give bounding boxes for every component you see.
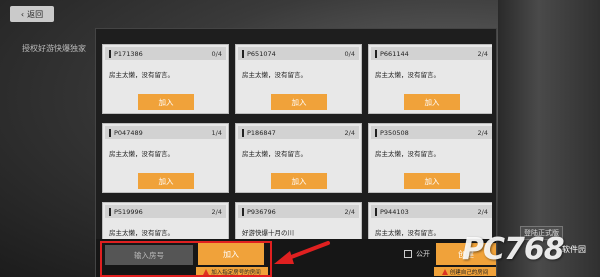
- marker-icon: [242, 128, 244, 137]
- public-checkbox[interactable]: [404, 250, 412, 258]
- player-count: 0/4: [344, 49, 355, 58]
- marker-icon: [242, 49, 244, 58]
- room-card: P651074 0/4 房主太懒，没有留言。 加入: [235, 44, 362, 114]
- room-message: 房主太懒，没有留言。: [375, 150, 440, 158]
- room-list-panel: P171386 0/4 房主太懒，没有留言。 加入 P651074 0/4 房主太懒…: [95, 28, 497, 277]
- marker-icon: [375, 49, 377, 58]
- room-card-header: P171386 0/4: [105, 47, 226, 60]
- room-card-header: P944103 2/4: [371, 205, 492, 218]
- back-button[interactable]: ‹ 返回: [10, 6, 54, 22]
- marker-icon: [375, 207, 377, 216]
- room-message: 房主太懒，没有留言。: [375, 71, 440, 79]
- player-count: 2/4: [211, 207, 222, 216]
- marker-icon: [109, 49, 111, 58]
- room-id: P350508: [380, 128, 409, 137]
- room-card-header: P651074 0/4: [238, 47, 359, 60]
- public-label: 公开: [416, 250, 430, 258]
- watermark-logo: PC768: [462, 232, 565, 267]
- marker-icon: [375, 128, 377, 137]
- room-card-header: P519996 2/4: [105, 205, 226, 218]
- arrow-left-icon: ‹: [20, 9, 25, 19]
- marker-icon: [242, 207, 244, 216]
- room-id: P047489: [114, 128, 143, 137]
- join-room-button[interactable]: 加入: [404, 94, 460, 110]
- back-label: 返回: [27, 9, 44, 19]
- room-id: P186847: [247, 128, 276, 137]
- room-id: P936796: [247, 207, 276, 216]
- room-card-header: P186847 2/4: [238, 126, 359, 139]
- marker-icon: [109, 207, 111, 216]
- player-count: 1/4: [211, 128, 222, 137]
- player-count: 2/4: [477, 49, 488, 58]
- room-id: P171386: [114, 49, 143, 58]
- room-message: 房主太懒，没有留言。: [242, 150, 307, 158]
- background-title: 授权好游快爆独家: [22, 44, 86, 53]
- arrow-annotation-icon: [274, 241, 330, 264]
- room-message: 房主太懒，没有留言。: [109, 150, 174, 158]
- room-id: P944103: [380, 207, 409, 216]
- room-card-header: P047489 1/4: [105, 126, 226, 139]
- room-message: 房主太懒，没有留言。: [242, 71, 307, 79]
- bottom-bar: 输入房号 加入 加入指定房号的房间 公开 创建 创建自己的房间: [96, 239, 496, 277]
- room-grid: P171386 0/4 房主太懒，没有留言。 加入 P651074 0/4 房主太懒…: [102, 44, 492, 256]
- warning-icon: [441, 268, 448, 275]
- room-id: P519996: [114, 207, 143, 216]
- room-card: P047489 1/4 房主太懒，没有留言。 加入: [102, 123, 229, 193]
- join-room-button[interactable]: 加入: [138, 94, 194, 110]
- create-hint: 创建自己的房间: [434, 267, 496, 276]
- room-card-header: P936796 2/4: [238, 205, 359, 218]
- marker-icon: [109, 128, 111, 137]
- room-card: P661144 2/4 房主太懒，没有留言。 加入: [368, 44, 492, 114]
- room-id: P661144: [380, 49, 409, 58]
- watermark-sub: 软件园: [562, 245, 586, 254]
- room-id: P651074: [247, 49, 276, 58]
- player-count: 2/4: [344, 128, 355, 137]
- room-card-header: P350508 2/4: [371, 126, 492, 139]
- join-room-button[interactable]: 加入: [271, 173, 327, 189]
- create-hint-text: 创建自己的房间: [449, 269, 489, 276]
- player-count: 0/4: [211, 49, 222, 58]
- room-card-header: P661144 2/4: [371, 47, 492, 60]
- room-card: P171386 0/4 房主太懒，没有留言。 加入: [102, 44, 229, 114]
- join-room-button[interactable]: 加入: [138, 173, 194, 189]
- player-count: 2/4: [344, 207, 355, 216]
- player-count: 2/4: [477, 128, 488, 137]
- player-count: 2/4: [477, 207, 488, 216]
- room-card: P186847 2/4 房主太懒，没有留言。 加入: [235, 123, 362, 193]
- room-card: P350508 2/4 房主太懒，没有留言。 加入: [368, 123, 492, 193]
- join-room-button[interactable]: 加入: [404, 173, 460, 189]
- join-room-button[interactable]: 加入: [271, 94, 327, 110]
- room-message: 房主太懒，没有留言。: [109, 71, 174, 79]
- highlight-frame: [100, 241, 272, 277]
